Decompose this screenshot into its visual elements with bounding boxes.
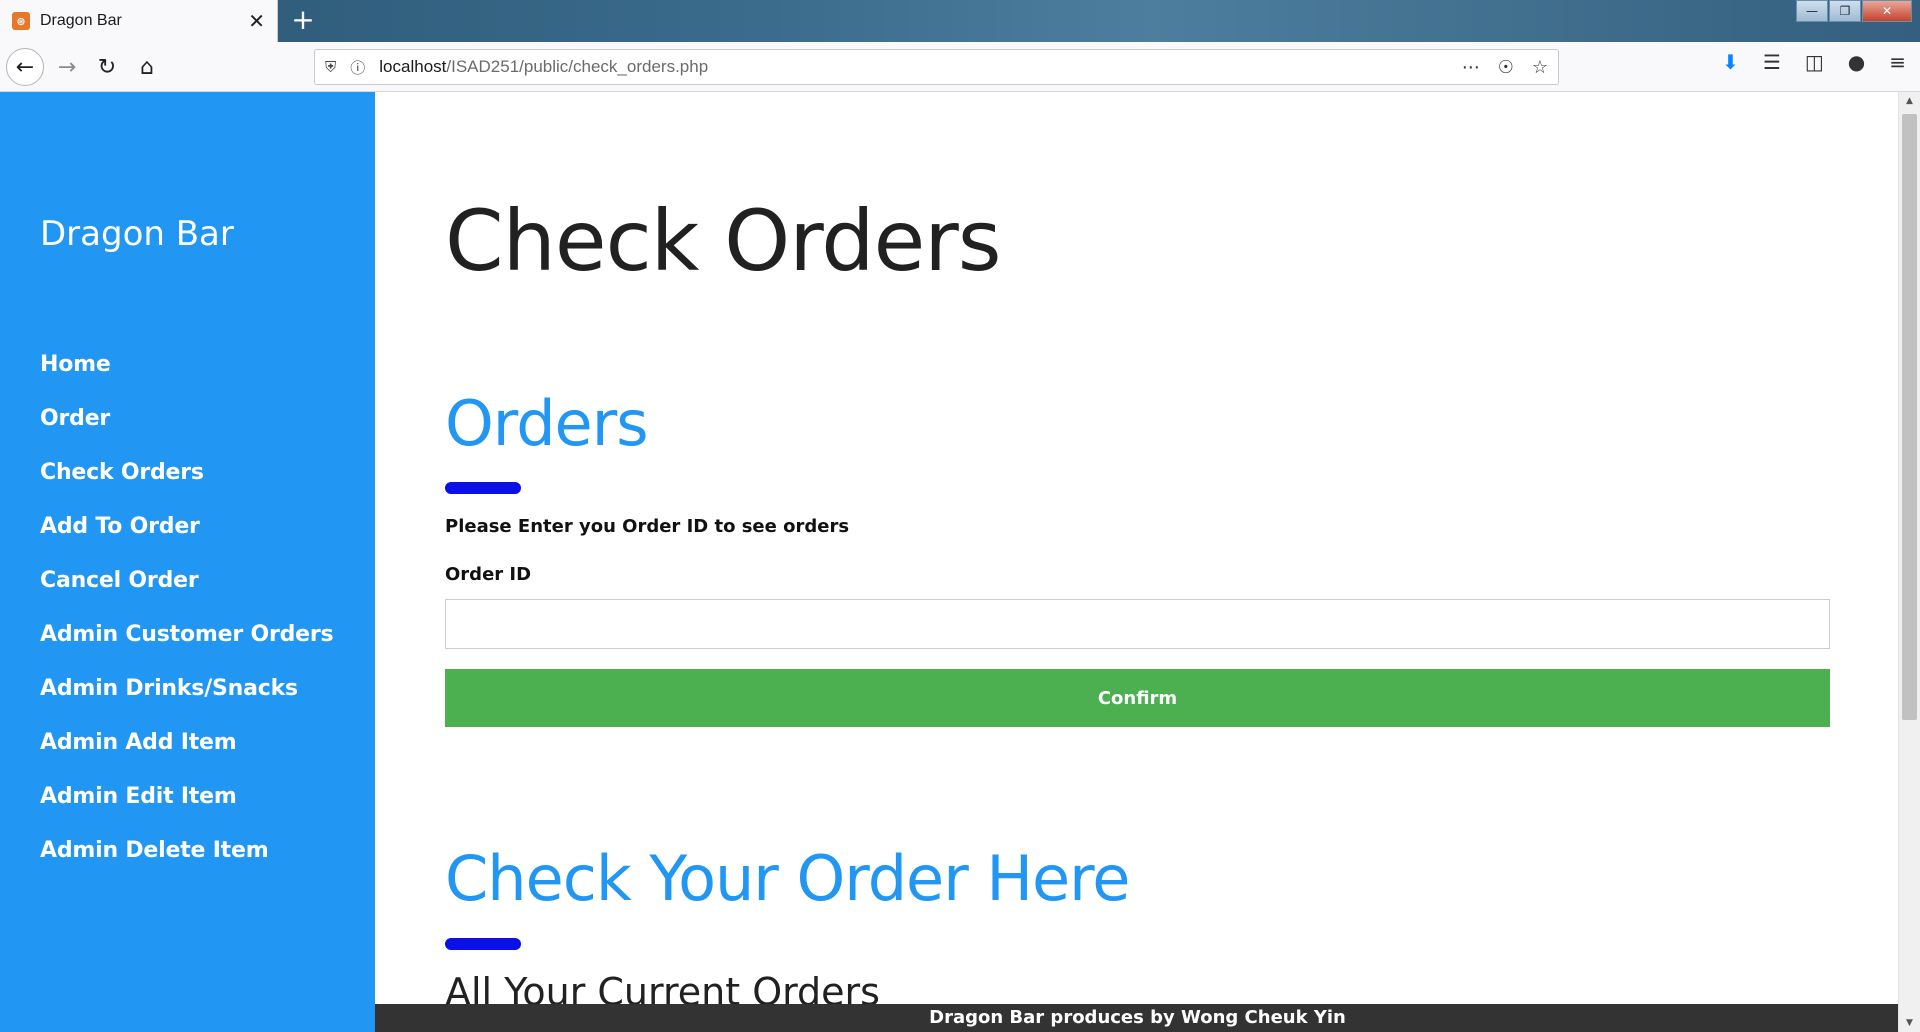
check-order-section-title: Check Your Order Here xyxy=(445,842,1130,915)
url-text[interactable]: localhost/ISAD251/public/check_orders.ph… xyxy=(379,57,1461,77)
confirm-button[interactable]: Confirm xyxy=(445,669,1830,727)
forward-arrow-icon[interactable]: → xyxy=(48,48,86,86)
scroll-down-arrow-icon[interactable]: ▼ xyxy=(1899,1014,1920,1032)
library-icon[interactable]: ☰ xyxy=(1763,50,1781,74)
window-close-button[interactable]: ✕ xyxy=(1862,0,1912,22)
xampp-favicon-icon: ⊛ xyxy=(12,12,30,30)
sidebar-toggle-icon[interactable]: ◫ xyxy=(1805,50,1824,74)
sidebar-item-order[interactable]: Order xyxy=(40,406,333,460)
tracking-shield-icon[interactable]: ⛨ xyxy=(325,58,336,76)
sidebar-item-admin-add-item[interactable]: Admin Add Item xyxy=(40,730,333,784)
order-id-label: Order ID xyxy=(445,564,532,585)
page-title: Check Orders xyxy=(445,192,1002,290)
tab-title: Dragon Bar xyxy=(40,12,122,29)
order-instructions: Please Enter you Order ID to see orders xyxy=(445,516,850,537)
account-icon[interactable]: ● xyxy=(1848,50,1865,74)
scroll-up-arrow-icon[interactable]: ▲ xyxy=(1899,92,1920,110)
sidebar-item-cancel-order[interactable]: Cancel Order xyxy=(40,568,333,622)
check-title-underline xyxy=(445,938,521,950)
url-path: /ISAD251/public/check_orders.php xyxy=(446,57,709,76)
vertical-scrollbar[interactable]: ▲ ▼ xyxy=(1898,92,1920,1032)
sidebar-item-admin-delete-item[interactable]: Admin Delete Item xyxy=(40,838,333,892)
sidebar-item-check-orders[interactable]: Check Orders xyxy=(40,460,333,514)
pocket-icon[interactable]: ☉ xyxy=(1498,57,1514,78)
address-bar[interactable]: ⛨ ⓘ localhost/ISAD251/public/check_order… xyxy=(314,49,1559,85)
back-arrow-icon[interactable]: ← xyxy=(6,48,44,86)
home-icon[interactable]: ⌂ xyxy=(128,48,166,86)
bookmark-star-icon[interactable]: ☆ xyxy=(1532,57,1548,78)
main-content: Check Orders Orders Please Enter you Ord… xyxy=(375,92,1900,1032)
page-viewport: Dragon Bar Home Order Check Orders Add T… xyxy=(0,92,1920,1032)
sidebar-item-admin-customer-orders[interactable]: Admin Customer Orders xyxy=(40,622,334,676)
url-host: localhost xyxy=(379,57,447,76)
order-id-input[interactable] xyxy=(445,599,1830,649)
download-arrow-icon[interactable]: ⬇ xyxy=(1722,50,1739,74)
sidebar-item-admin-edit-item[interactable]: Admin Edit Item xyxy=(40,784,333,838)
sidebar-item-add-to-order[interactable]: Add To Order xyxy=(40,514,333,568)
browser-navbar: ← → ↻ ⌂ ⛨ ⓘ localhost/ISAD251/public/che… xyxy=(0,42,1920,92)
sidebar: Dragon Bar Home Order Check Orders Add T… xyxy=(0,92,375,1032)
orders-section-title: Orders xyxy=(445,387,648,460)
sidebar-nav: Home Order Check Orders Add To Order Can… xyxy=(40,352,334,892)
browser-tab[interactable]: ⊛ Dragon Bar ✕ xyxy=(0,0,278,42)
sidebar-item-home[interactable]: Home xyxy=(40,352,333,406)
reload-icon[interactable]: ↻ xyxy=(88,48,126,86)
new-tab-button[interactable]: + xyxy=(286,4,320,38)
scrollbar-thumb[interactable] xyxy=(1902,114,1917,720)
toolbar-right: ⬇ ☰ ◫ ● ≡ xyxy=(1722,50,1906,74)
url-actions: ⋯ ☉ ☆ xyxy=(1462,57,1548,78)
site-info-icon[interactable]: ⓘ xyxy=(350,57,365,78)
orders-title-underline xyxy=(445,482,521,494)
minimize-button[interactable]: — xyxy=(1796,0,1828,22)
page-actions-menu-icon[interactable]: ⋯ xyxy=(1462,57,1480,78)
window-controls: — ❐ ✕ xyxy=(1795,0,1912,22)
close-tab-icon[interactable]: ✕ xyxy=(248,9,265,33)
hamburger-menu-icon[interactable]: ≡ xyxy=(1889,50,1906,74)
page-footer: Dragon Bar produces by Wong Cheuk Yin xyxy=(375,1004,1900,1032)
browser-titlebar: ⊛ Dragon Bar ✕ + — ❐ ✕ xyxy=(0,0,1920,42)
brand-title[interactable]: Dragon Bar xyxy=(40,214,234,254)
sidebar-item-admin-drinks-snacks[interactable]: Admin Drinks/Snacks xyxy=(40,676,333,730)
restore-button[interactable]: ❐ xyxy=(1829,0,1861,22)
